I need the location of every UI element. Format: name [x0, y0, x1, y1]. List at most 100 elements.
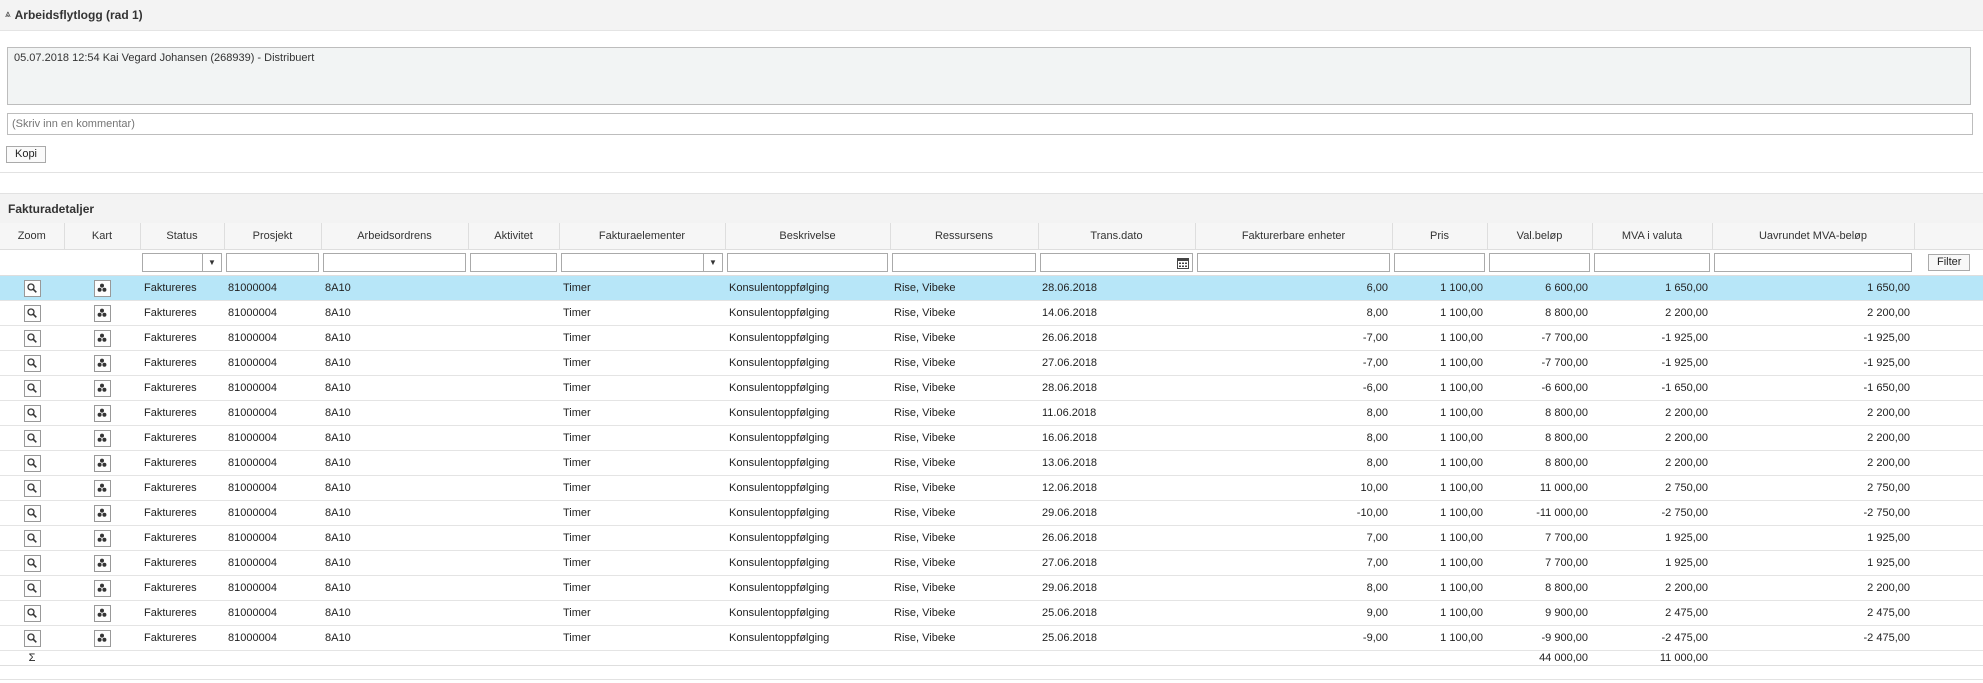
table-row[interactable]: Faktureres 81000004 8A10 Timer Konsulentoppf… — [0, 525, 1983, 551]
val-belop-cell: -7 700,00 — [1487, 350, 1592, 376]
pris-filter-input[interactable] — [1394, 253, 1485, 272]
workflow-log-header[interactable]: ⩓ Arbeidsflytlogg (rad 1) — [0, 0, 1983, 31]
map-icon[interactable] — [93, 479, 111, 497]
table-row[interactable]: Faktureres 81000004 8A10 Timer Konsulentoppf… — [0, 625, 1983, 651]
col-header-uavrundet-mva[interactable]: Uavrundet MVA-beløp — [1712, 223, 1915, 250]
status-cell: Faktureres — [140, 500, 224, 526]
map-icon[interactable] — [93, 329, 111, 347]
table-row[interactable]: Faktureres 81000004 8A10 Timer Konsulentoppf… — [0, 275, 1983, 301]
map-icon[interactable] — [93, 404, 111, 422]
aktivitet-cell — [468, 350, 559, 376]
zoom-icon[interactable] — [23, 604, 41, 622]
enheter-cell: -7,00 — [1195, 350, 1392, 376]
aktivitet-filter-input[interactable] — [470, 253, 557, 272]
comment-input[interactable] — [7, 113, 1973, 135]
table-row[interactable]: Faktureres 81000004 8A10 Timer Konsulentoppf… — [0, 550, 1983, 576]
table-row[interactable]: Faktureres 81000004 8A10 Timer Konsulentoppf… — [0, 400, 1983, 426]
col-header-trans-dato[interactable]: Trans.dato — [1038, 223, 1196, 250]
uavrundet-filter-input[interactable] — [1714, 253, 1912, 272]
map-icon[interactable] — [93, 354, 111, 372]
col-header-arbeidsordrens[interactable]: Arbeidsordrens — [321, 223, 469, 250]
map-icon[interactable] — [93, 504, 111, 522]
col-header-status[interactable]: Status — [140, 223, 225, 250]
filter-button[interactable]: Filter — [1928, 254, 1971, 271]
zoom-icon[interactable] — [23, 404, 41, 422]
enheter-cell: -7,00 — [1195, 325, 1392, 351]
mva-cell: 1 925,00 — [1592, 525, 1712, 551]
mva-cell: 2 200,00 — [1592, 450, 1712, 476]
copy-button[interactable]: Kopi — [6, 146, 46, 163]
table-row[interactable]: Faktureres 81000004 8A10 Timer Konsulentoppf… — [0, 350, 1983, 376]
prosjekt-cell: 81000004 — [224, 275, 321, 301]
table-row[interactable]: Faktureres 81000004 8A10 Timer Konsulentoppf… — [0, 450, 1983, 476]
beskrivelse-cell: Konsulentoppfølging — [725, 425, 890, 451]
collapse-chevron-icon[interactable]: ⩓ — [5, 10, 11, 20]
map-icon[interactable] — [93, 279, 111, 297]
dropdown-arrow-icon[interactable]: ▼ — [202, 254, 221, 271]
calendar-icon[interactable] — [1174, 254, 1192, 271]
zoom-icon[interactable] — [23, 304, 41, 322]
status-filter-select[interactable]: ▼ — [142, 253, 222, 272]
table-row[interactable]: Faktureres 81000004 8A10 Timer Konsulentoppf… — [0, 425, 1983, 451]
ressurs-cell: Rise, Vibeke — [890, 400, 1038, 426]
zoom-icon[interactable] — [23, 329, 41, 347]
col-header-mva-i-valuta[interactable]: MVA i valuta — [1592, 223, 1713, 250]
table-row[interactable]: Faktureres 81000004 8A10 Timer Konsulentoppf… — [0, 375, 1983, 401]
enheter-filter-input[interactable] — [1197, 253, 1390, 272]
col-header-pris[interactable]: Pris — [1392, 223, 1488, 250]
prosjekt-filter-input[interactable] — [226, 253, 319, 272]
zoom-icon[interactable] — [23, 579, 41, 597]
invoice-table: Zoom Kart Status Prosjekt Arbeidsordrens… — [0, 223, 1983, 666]
table-row[interactable]: Faktureres 81000004 8A10 Timer Konsulentoppf… — [0, 575, 1983, 601]
dropdown-arrow-icon[interactable]: ▼ — [703, 254, 722, 271]
dato-filter-input[interactable] — [1040, 253, 1193, 272]
col-header-aktivitet[interactable]: Aktivitet — [468, 223, 560, 250]
zoom-icon[interactable] — [23, 354, 41, 372]
col-header-kart[interactable]: Kart — [64, 223, 141, 250]
zoom-icon[interactable] — [23, 454, 41, 472]
table-row[interactable]: Faktureres 81000004 8A10 Timer Konsulentoppf… — [0, 500, 1983, 526]
map-icon[interactable] — [93, 379, 111, 397]
zoom-icon[interactable] — [23, 279, 41, 297]
arbeidsordre-cell: 8A10 — [321, 600, 468, 626]
map-icon[interactable] — [93, 554, 111, 572]
zoom-icon[interactable] — [23, 479, 41, 497]
uavrundet-mva-cell: -2 750,00 — [1712, 500, 1914, 526]
zoom-icon[interactable] — [23, 554, 41, 572]
zoom-icon[interactable] — [23, 379, 41, 397]
trans-dato-cell: 27.06.2018 — [1038, 550, 1195, 576]
table-row[interactable]: Faktureres 81000004 8A10 Timer Konsulentoppf… — [0, 475, 1983, 501]
map-icon[interactable] — [93, 629, 111, 647]
status-cell: Faktureres — [140, 550, 224, 576]
col-header-ressursens[interactable]: Ressursens — [890, 223, 1039, 250]
mva-cell: 2 200,00 — [1592, 575, 1712, 601]
fakturaelement-filter-select[interactable]: ▼ — [561, 253, 723, 272]
col-header-fakturerbare-enheter[interactable]: Fakturerbare enheter — [1195, 223, 1393, 250]
status-cell: Faktureres — [140, 275, 224, 301]
map-icon[interactable] — [93, 604, 111, 622]
map-icon[interactable] — [93, 454, 111, 472]
map-icon[interactable] — [93, 579, 111, 597]
zoom-icon[interactable] — [23, 429, 41, 447]
zoom-icon[interactable] — [23, 629, 41, 647]
table-row[interactable]: Faktureres 81000004 8A10 Timer Konsulentoppf… — [0, 600, 1983, 626]
arbeidsordre-filter-input[interactable] — [323, 253, 466, 272]
table-row[interactable]: Faktureres 81000004 8A10 Timer Konsulentoppf… — [0, 325, 1983, 351]
map-icon[interactable] — [93, 529, 111, 547]
zoom-icon[interactable] — [23, 529, 41, 547]
beskrivelse-filter-input[interactable] — [727, 253, 888, 272]
table-row[interactable]: Faktureres 81000004 8A10 Timer Konsulentoppf… — [0, 300, 1983, 326]
map-icon[interactable] — [93, 304, 111, 322]
mva-filter-input[interactable] — [1594, 253, 1710, 272]
zoom-icon[interactable] — [23, 504, 41, 522]
fakturaelement-cell: Timer — [559, 575, 725, 601]
prosjekt-cell: 81000004 — [224, 500, 321, 526]
ressurs-filter-input[interactable] — [892, 253, 1036, 272]
col-header-fakturaelementer[interactable]: Fakturaelementer — [559, 223, 726, 250]
belop-filter-input[interactable] — [1489, 253, 1590, 272]
col-header-prosjekt[interactable]: Prosjekt — [224, 223, 322, 250]
col-header-val-belop[interactable]: Val.beløp — [1487, 223, 1593, 250]
map-icon[interactable] — [93, 429, 111, 447]
col-header-zoom[interactable]: Zoom — [0, 223, 65, 250]
col-header-beskrivelse[interactable]: Beskrivelse — [725, 223, 891, 250]
